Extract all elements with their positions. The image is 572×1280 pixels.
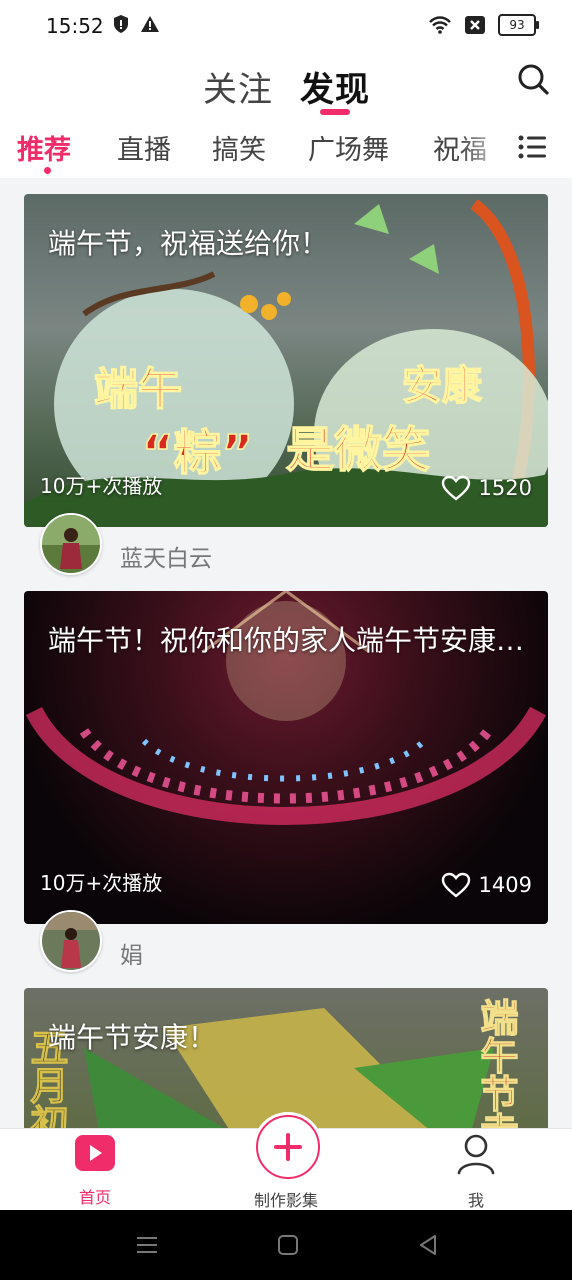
nav-home[interactable]: 首页 <box>35 1129 155 1211</box>
category-fade <box>460 122 510 178</box>
category-square-dance[interactable]: 广场舞 <box>308 128 389 167</box>
video-card[interactable]: 端午节！祝你和你的家人端午节安康… 10万+次播放 1409 娟 <box>24 591 548 986</box>
author-row[interactable]: 娟 <box>24 910 548 986</box>
heart-icon <box>441 872 470 898</box>
avatar[interactable] <box>40 513 102 575</box>
no-sim-icon <box>465 16 485 34</box>
top-tab-bar: 关注 发现 <box>0 52 572 122</box>
author-name[interactable]: 蓝天白云 <box>120 539 212 573</box>
video-title: 端午节，祝福送给你！ <box>48 227 329 260</box>
nav-me-label: 我 <box>467 1191 484 1210</box>
video-title: 端午节！祝你和你的家人端午节安康… <box>48 624 525 657</box>
tab-follow[interactable]: 关注 <box>203 62 273 111</box>
thumb-text-smile: 是微笑 <box>286 422 430 478</box>
battery-indicator: 93 <box>498 14 539 36</box>
author-row[interactable]: 蓝天白云 <box>24 513 548 589</box>
category-menu-icon[interactable] <box>518 134 546 160</box>
status-time: 15:52 <box>46 14 104 38</box>
heart-icon <box>441 475 470 501</box>
status-notification-icons <box>112 14 160 34</box>
active-category-dot <box>44 167 51 174</box>
like-button[interactable]: 1520 <box>441 475 532 501</box>
home-icon[interactable] <box>277 1234 299 1256</box>
nav-me[interactable]: 我 <box>416 1129 536 1211</box>
system-nav-bar <box>0 1210 572 1280</box>
video-thumbnail[interactable]: 端午 安康 “粽” 是微笑 端午节，祝福送给你！ 10万+次播放 1520 <box>24 194 548 527</box>
category-funny[interactable]: 搞笑 <box>212 128 266 167</box>
search-icon[interactable] <box>516 62 550 96</box>
category-bar: 推荐 直播 搞笑 广场舞 祝福 <box>0 122 572 178</box>
active-tab-indicator <box>320 109 350 115</box>
tab-discover[interactable]: 发现 <box>300 62 370 111</box>
video-thumbnail[interactable]: 端午节！祝你和你的家人端午节安康… 10万+次播放 1409 <box>24 591 548 924</box>
avatar[interactable] <box>40 910 102 972</box>
category-live[interactable]: 直播 <box>117 128 171 167</box>
back-icon[interactable] <box>417 1234 439 1256</box>
wifi-icon <box>429 16 451 34</box>
like-count: 1409 <box>478 873 532 897</box>
status-system-icons: 93 <box>428 14 539 36</box>
like-count: 1520 <box>478 476 532 500</box>
shield-icon <box>114 15 128 33</box>
video-card[interactable]: 五月初五 端午节幸 端午节安康！ <box>24 988 548 1128</box>
plus-icon <box>274 1133 302 1161</box>
home-play-icon <box>75 1135 115 1171</box>
author-name[interactable]: 娟 <box>120 936 143 970</box>
thumbnail-artwork: 五月初五 端午节幸 <box>24 997 519 1128</box>
status-bar: 15:52 93 <box>0 0 572 52</box>
nav-home-label: 首页 <box>78 1188 111 1207</box>
create-album-button[interactable] <box>256 1115 320 1179</box>
nav-create-label[interactable]: 制作影集 <box>226 1187 346 1211</box>
like-button[interactable]: 1409 <box>441 872 532 898</box>
thumb-text-duanwu: 端午 <box>94 364 182 415</box>
play-count: 10万+次播放 <box>40 871 163 895</box>
category-recommend[interactable]: 推荐 <box>17 128 71 167</box>
person-icon <box>457 1134 495 1175</box>
thumb-text-ankang: 安康 <box>402 363 482 409</box>
video-title: 端午节安康！ <box>48 1021 217 1054</box>
video-card[interactable]: 端午 安康 “粽” 是微笑 端午节，祝福送给你！ 10万+次播放 1520 蓝天… <box>24 194 548 589</box>
play-count: 10万+次播放 <box>40 474 163 498</box>
video-thumbnail[interactable]: 五月初五 端午节幸 端午节安康！ <box>24 988 548 1128</box>
recent-apps-icon[interactable] <box>136 1234 158 1256</box>
video-feed: 端午 安康 “粽” 是微笑 端午节，祝福送给你！ 10万+次播放 1520 蓝天… <box>0 178 572 1128</box>
bottom-nav: 首页 制作影集 我 <box>0 1115 572 1211</box>
warning-icon <box>141 16 159 32</box>
